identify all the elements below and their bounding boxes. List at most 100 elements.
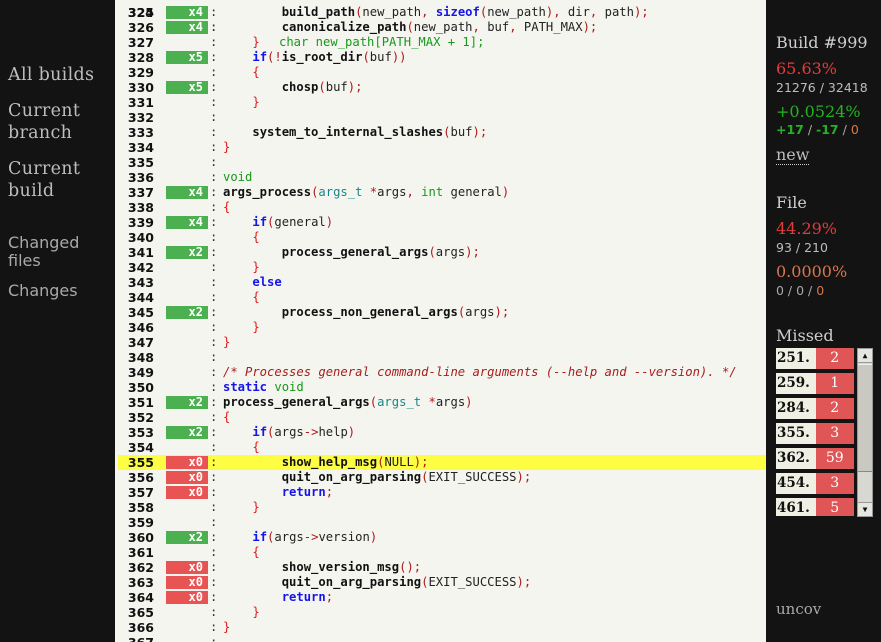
code-line[interactable]: 333: system_to_internal_slashes(buf);	[115, 125, 766, 140]
line-number[interactable]: 355	[118, 455, 154, 470]
missed-line-number[interactable]: 251.	[776, 348, 816, 369]
code-line[interactable]: 339 x4: if(general)	[115, 215, 766, 230]
code-line[interactable]: 352: {	[115, 410, 766, 425]
missed-line-number[interactable]: 284.	[776, 398, 816, 419]
code-line[interactable]: 356 x0: quit_on_arg_parsing(EXIT_SUCCESS)…	[115, 470, 766, 485]
code-line[interactable]: 345 x2: process_non_general_args(args);	[115, 305, 766, 320]
line-number[interactable]: 346	[118, 320, 154, 335]
code-line[interactable]: 359:	[115, 515, 766, 530]
missed-item[interactable]: 454. 3	[776, 473, 854, 494]
code-line[interactable]: 328 x5: if(!is_root_dir(buf))	[115, 50, 766, 65]
code-line[interactable]: 350: static void	[115, 380, 766, 395]
line-number[interactable]: 333	[118, 125, 154, 140]
line-number[interactable]: 361	[118, 545, 154, 560]
code-line[interactable]: 362 x0: show_version_msg();	[115, 560, 766, 575]
line-number[interactable]: 362	[118, 560, 154, 575]
code-line[interactable]: 366:}	[115, 620, 766, 635]
line-number[interactable]: 345	[118, 305, 154, 320]
code-line[interactable]: 360 x2: if(args->version)	[115, 530, 766, 545]
code-line[interactable]: 367:	[115, 635, 766, 642]
code-line[interactable]: 364 x0: return;	[115, 590, 766, 605]
code-line[interactable]: 329: {	[115, 65, 766, 80]
code-line[interactable]: 332:	[115, 110, 766, 125]
missed-item[interactable]: 362. 59	[776, 448, 854, 469]
code-line[interactable]: 331: }	[115, 95, 766, 110]
line-number[interactable]: 367	[118, 635, 154, 642]
line-number[interactable]: 336	[118, 170, 154, 185]
missed-count[interactable]: 1	[815, 373, 854, 394]
code-line[interactable]: 325 x4: build_path(new_path, sizeof(new_p…	[115, 5, 766, 20]
code-line[interactable]: 334:}	[115, 140, 766, 155]
missed-line-number[interactable]: 259.	[776, 373, 816, 394]
code-line[interactable]: 351 x2: process_general_args(args_t *args)	[115, 395, 766, 410]
new-link[interactable]: new	[776, 145, 810, 165]
missed-scrollbar[interactable]: ▲ ▼	[857, 348, 873, 517]
line-number[interactable]: 339	[118, 215, 154, 230]
code-line[interactable]: 346: }	[115, 320, 766, 335]
line-number[interactable]: 342	[118, 260, 154, 275]
scrollbar-thumb[interactable]	[858, 364, 872, 472]
missed-line-number[interactable]: 355.	[776, 423, 816, 444]
nav-changes[interactable]: Changes	[8, 282, 78, 300]
nav-changed-files[interactable]: Changed files	[8, 234, 79, 270]
code-line[interactable]: 342: }	[115, 260, 766, 275]
line-number[interactable]: 334	[118, 140, 154, 155]
code-line[interactable]: 361: {	[115, 545, 766, 560]
nav-current-build[interactable]: Current build	[8, 158, 80, 202]
code-line[interactable]: 348:	[115, 350, 766, 365]
code-line[interactable]: 347:}	[115, 335, 766, 350]
code-line-highlighted[interactable]: 355 x0: show_help_msg(NULL);	[118, 455, 766, 470]
line-number[interactable]: 325	[118, 5, 154, 20]
code-line[interactable]: 349: /* Processes general command-line ar…	[115, 365, 766, 380]
line-number[interactable]: 354	[118, 440, 154, 455]
line-number[interactable]: 329	[118, 65, 154, 80]
nav-current-branch[interactable]: Current branch	[8, 100, 80, 144]
line-number[interactable]: 364	[118, 590, 154, 605]
code-line[interactable]: 354: {	[115, 440, 766, 455]
line-number[interactable]: 360	[118, 530, 154, 545]
line-number[interactable]: 359	[118, 515, 154, 530]
code-line[interactable]: 341 x2: process_general_args(args);	[115, 245, 766, 260]
nav-all-builds[interactable]: All builds	[8, 64, 94, 86]
code-line[interactable]: 335:	[115, 155, 766, 170]
line-number[interactable]: 338	[118, 200, 154, 215]
code-line[interactable]: 363 x0: quit_on_arg_parsing(EXIT_SUCCESS)…	[115, 575, 766, 590]
line-number[interactable]: 340	[118, 230, 154, 245]
missed-line-number[interactable]: 461.	[776, 498, 816, 516]
missed-count[interactable]: 3	[815, 423, 854, 444]
code-line[interactable]: 365: }	[115, 605, 766, 620]
line-number[interactable]: 332	[118, 110, 154, 125]
line-number[interactable]: 365	[118, 605, 154, 620]
missed-item[interactable]: 284. 2	[776, 398, 854, 419]
code-line[interactable]: 326 x4: canonicalize_path(new_path, buf, …	[115, 20, 766, 35]
line-number[interactable]: 366	[118, 620, 154, 635]
line-number[interactable]: 356	[118, 470, 154, 485]
line-number[interactable]: 330	[118, 80, 154, 95]
line-number[interactable]: 349	[118, 365, 154, 380]
code-line[interactable]: 357 x0: return;	[115, 485, 766, 500]
line-number[interactable]: 341	[118, 245, 154, 260]
missed-item[interactable]: 259. 1	[776, 373, 854, 394]
source-code-view[interactable]: 324 : char new_path[PATH_MAX + 1]; 325 x4…	[115, 0, 766, 642]
line-number[interactable]: 350	[118, 380, 154, 395]
missed-count[interactable]: 2	[815, 348, 854, 369]
code-line[interactable]: 327: }	[115, 35, 766, 50]
missed-item[interactable]: 251. 2	[776, 348, 854, 369]
line-number[interactable]: 358	[118, 500, 154, 515]
code-line[interactable]: 353 x2: if(args->help)	[115, 425, 766, 440]
missed-count[interactable]: 59	[815, 448, 854, 469]
missed-count[interactable]: 3	[815, 473, 854, 494]
scroll-up-arrow-icon[interactable]: ▲	[858, 349, 872, 363]
code-line[interactable]: 343: else	[115, 275, 766, 290]
code-line[interactable]: 358: }	[115, 500, 766, 515]
line-number[interactable]: 363	[118, 575, 154, 590]
code-line[interactable]: 330 x5: chosp(buf);	[115, 80, 766, 95]
line-number[interactable]: 353	[118, 425, 154, 440]
missed-count[interactable]: 2	[815, 398, 854, 419]
line-number[interactable]: 331	[118, 95, 154, 110]
missed-item[interactable]: 461. 5	[776, 498, 854, 516]
line-number[interactable]: 328	[118, 50, 154, 65]
code-line[interactable]: 340: {	[115, 230, 766, 245]
line-number[interactable]: 351	[118, 395, 154, 410]
line-number[interactable]: 352	[118, 410, 154, 425]
